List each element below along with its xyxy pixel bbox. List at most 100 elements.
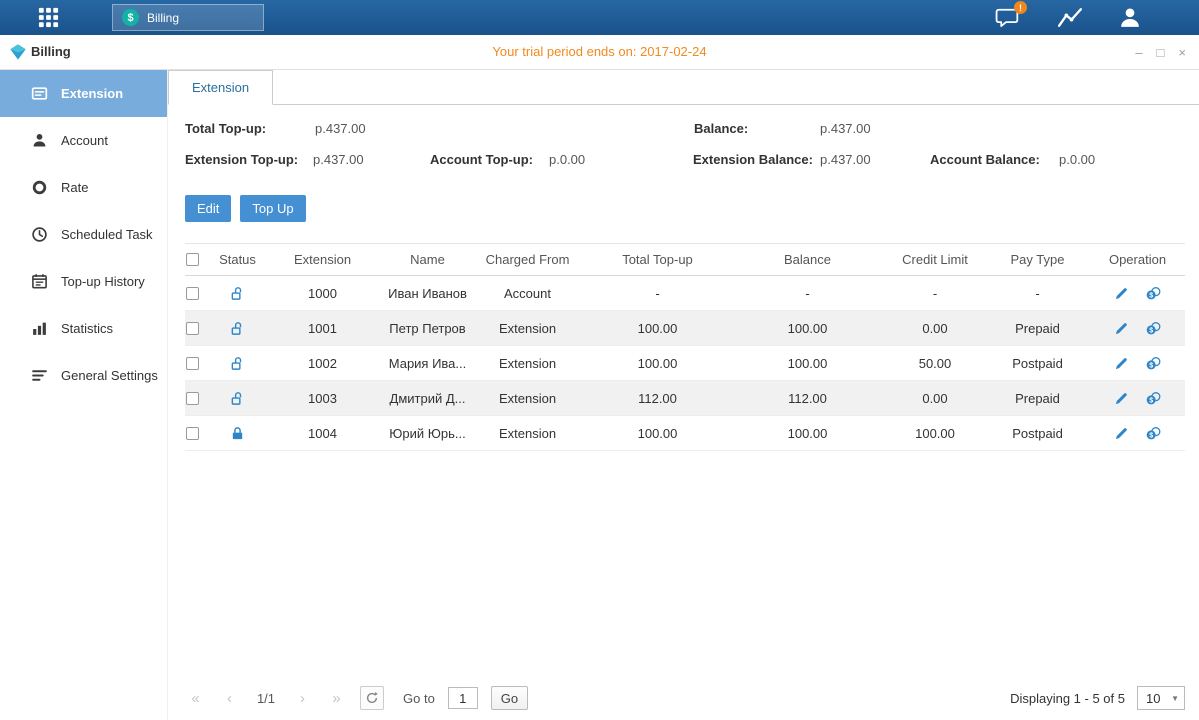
apps-grid-icon[interactable] [36, 6, 62, 30]
pagination-summary: Displaying 1 - 5 of 5 10 ▼ [1010, 686, 1185, 710]
row-checkbox[interactable] [186, 287, 199, 300]
status-unlocked-icon [230, 356, 245, 371]
sidebar-item-rate[interactable]: Rate [0, 164, 167, 211]
next-page-button[interactable]: › [292, 690, 313, 707]
credit-limit-cell: 100.00 [885, 416, 985, 450]
last-page-button[interactable]: » [326, 690, 347, 707]
row-checkbox[interactable] [186, 322, 199, 335]
action-buttons: Edit Top Up [168, 195, 1199, 233]
summary-panel: Total Top-up: р.437.00 Balance: р.437.00… [168, 105, 1199, 195]
extension-topup-label: Extension Top-up: [185, 152, 298, 167]
operation-cell: $ [1090, 276, 1185, 310]
sidebar-item-scheduled-task[interactable]: Scheduled Task [0, 211, 167, 258]
maximize-button[interactable]: □ [1157, 45, 1165, 60]
status-cell [215, 311, 260, 345]
page-indicator: 1/1 [253, 691, 279, 706]
top-up-icon[interactable]: $ [1145, 391, 1162, 406]
billing-app-window: $ Billing ! [0, 0, 1199, 720]
sidebar: Extension Account Rate [0, 70, 168, 720]
edit-icon[interactable] [1114, 391, 1129, 406]
go-button[interactable]: Go [491, 686, 528, 710]
total-topup-cell: 112.00 [585, 381, 730, 415]
row-checkbox[interactable] [186, 357, 199, 370]
svg-text:$: $ [1149, 292, 1153, 299]
top-up-icon[interactable]: $ [1145, 321, 1162, 336]
charged-from-cell: Extension [470, 346, 585, 380]
table-row: 1001 Петр Петров Extension 100.00 100.00… [185, 311, 1185, 346]
sidebar-item-statistics[interactable]: Statistics [0, 305, 167, 352]
extension-icon [31, 85, 48, 102]
balance-value: р.437.00 [820, 121, 871, 136]
notification-badge: ! [1014, 1, 1027, 14]
general-settings-icon [31, 367, 48, 384]
name-cell: Юрий Юрь... [385, 416, 470, 450]
close-button[interactable]: × [1178, 45, 1186, 60]
top-up-button[interactable]: Top Up [240, 195, 305, 222]
main-content: Extension Total Top-up: р.437.00 Balance… [168, 70, 1199, 720]
account-topup-value: р.0.00 [549, 152, 585, 167]
edit-icon[interactable] [1114, 426, 1129, 441]
page-size-select[interactable]: 10 ▼ [1137, 686, 1185, 710]
topbar-tab-label: Billing [147, 11, 179, 25]
sidebar-item-label: Extension [61, 86, 123, 101]
operation-cell: $ [1090, 311, 1185, 345]
extension-cell: 1000 [260, 276, 385, 310]
minimize-button[interactable]: – [1135, 45, 1142, 60]
edit-icon[interactable] [1114, 286, 1129, 301]
row-checkbox[interactable] [186, 392, 199, 405]
row-checkbox[interactable] [186, 427, 199, 440]
edit-icon[interactable] [1114, 356, 1129, 371]
sidebar-item-account[interactable]: Account [0, 117, 167, 164]
sidebar-item-extension[interactable]: Extension [0, 70, 167, 117]
tab-extension[interactable]: Extension [168, 70, 273, 105]
tab-bar: Extension [168, 70, 1199, 105]
previous-page-button[interactable]: ‹ [219, 690, 240, 707]
first-page-button[interactable]: « [185, 690, 206, 707]
messages-icon[interactable]: ! [995, 5, 1023, 31]
top-up-icon[interactable]: $ [1145, 286, 1162, 301]
extension-topup-value: р.437.00 [313, 152, 364, 167]
goto-page-input[interactable] [448, 687, 478, 709]
account-balance-value: р.0.00 [1059, 152, 1095, 167]
svg-text:$: $ [1149, 327, 1153, 334]
status-cell [215, 381, 260, 415]
svg-text:$: $ [1149, 432, 1153, 439]
col-header-status: Status [215, 244, 260, 275]
edit-icon[interactable] [1114, 321, 1129, 336]
pay-type-cell: Postpaid [985, 346, 1090, 380]
status-locked-icon [230, 426, 245, 441]
topbar-billing-tab[interactable]: $ Billing [112, 4, 264, 31]
sidebar-item-topup-history[interactable]: Top-up History [0, 258, 167, 305]
extension-cell: 1004 [260, 416, 385, 450]
sidebar-item-label: Top-up History [61, 274, 145, 289]
total-topup-value: р.437.00 [315, 121, 366, 136]
extension-cell: 1003 [260, 381, 385, 415]
refresh-button[interactable] [360, 686, 384, 710]
top-up-icon[interactable]: $ [1145, 426, 1162, 441]
sidebar-item-general-settings[interactable]: General Settings [0, 352, 167, 399]
total-topup-cell: 100.00 [585, 416, 730, 450]
col-header-balance: Balance [730, 244, 885, 275]
total-topup-label: Total Top-up: [185, 121, 266, 136]
status-unlocked-icon [230, 286, 245, 301]
balance-cell: 100.00 [730, 311, 885, 345]
credit-limit-cell: 0.00 [885, 311, 985, 345]
select-all-checkbox[interactable] [186, 253, 199, 266]
top-up-icon[interactable]: $ [1145, 356, 1162, 371]
dropdown-caret-icon: ▼ [1171, 694, 1179, 703]
credit-limit-cell: 0.00 [885, 381, 985, 415]
credit-limit-cell: 50.00 [885, 346, 985, 380]
row-checkbox-cell [185, 276, 215, 310]
operation-cell: $ [1090, 346, 1185, 380]
name-cell: Петр Петров [385, 311, 470, 345]
refresh-icon [365, 691, 379, 705]
balance-label: Balance: [694, 121, 748, 136]
topup-history-icon [31, 273, 48, 290]
total-topup-cell: 100.00 [585, 346, 730, 380]
user-account-icon[interactable] [1117, 5, 1145, 31]
pay-type-cell: Postpaid [985, 416, 1090, 450]
edit-button[interactable]: Edit [185, 195, 231, 222]
monitor-chart-icon[interactable] [1057, 5, 1085, 31]
extension-balance-value: р.437.00 [820, 152, 871, 167]
pay-type-cell: - [985, 276, 1090, 310]
